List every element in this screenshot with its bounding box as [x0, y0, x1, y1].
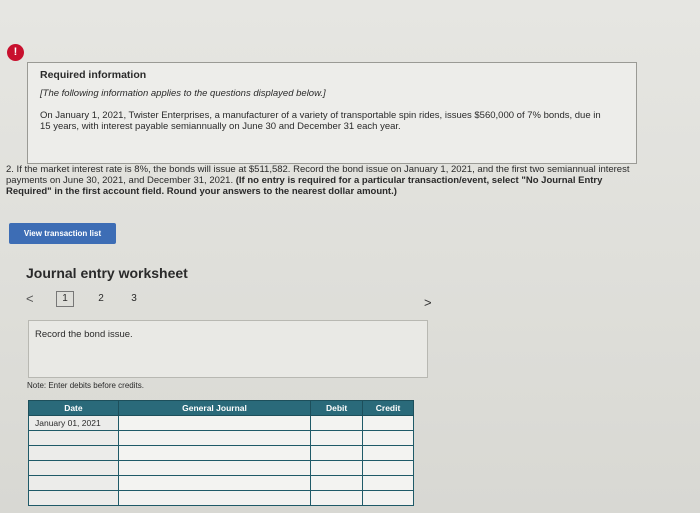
debit-field[interactable]	[310, 475, 364, 491]
account-field[interactable]	[117, 460, 312, 476]
date-cell[interactable]	[28, 445, 119, 461]
alert-icon: !	[7, 44, 24, 61]
account-field[interactable]	[117, 490, 312, 506]
chevron-left-icon[interactable]: <	[26, 291, 34, 306]
debit-field[interactable]	[310, 490, 364, 506]
debit-field[interactable]	[310, 445, 364, 461]
credit-field[interactable]	[362, 445, 414, 461]
page-tab-3[interactable]: 3	[125, 293, 143, 304]
account-field[interactable]	[117, 415, 312, 431]
table-row	[28, 430, 414, 446]
info-title: Required information	[40, 69, 147, 81]
table-row	[28, 475, 414, 491]
account-field[interactable]	[117, 475, 312, 491]
info-subtitle: [The following information applies to th…	[40, 88, 326, 99]
credit-field[interactable]	[362, 475, 414, 491]
date-cell[interactable]	[28, 460, 119, 476]
table-row	[28, 460, 414, 476]
note-text: Note: Enter debits before credits.	[27, 381, 144, 390]
view-transaction-list-button[interactable]: View transaction list	[9, 223, 116, 244]
page-tab-2[interactable]: 2	[92, 293, 110, 304]
credit-field[interactable]	[362, 415, 414, 431]
date-cell[interactable]: January 01, 2021	[28, 415, 119, 431]
table-row	[28, 490, 414, 506]
journal-table: Date General Journal Debit Credit Januar…	[28, 400, 414, 506]
debit-field[interactable]	[310, 415, 364, 431]
header-credit: Credit	[362, 400, 414, 416]
record-instruction-text: Record the bond issue.	[35, 329, 133, 340]
page-tab-1[interactable]: 1	[56, 291, 74, 307]
table-row: January 01, 2021	[28, 415, 414, 431]
chevron-right-icon[interactable]: >	[424, 295, 432, 310]
credit-field[interactable]	[362, 460, 414, 476]
credit-field[interactable]	[362, 490, 414, 506]
debit-field[interactable]	[310, 430, 364, 446]
worksheet-title: Journal entry worksheet	[26, 265, 188, 281]
credit-field[interactable]	[362, 430, 414, 446]
account-field[interactable]	[117, 430, 312, 446]
question-text: 2. If the market interest rate is 8%, th…	[6, 164, 634, 197]
required-information-panel: Required information [The following info…	[27, 62, 637, 164]
account-field[interactable]	[117, 445, 312, 461]
info-body: On January 1, 2021, Twister Enterprises,…	[40, 110, 601, 132]
debit-field[interactable]	[310, 460, 364, 476]
date-cell[interactable]	[28, 430, 119, 446]
table-row	[28, 445, 414, 461]
worksheet-pager: < 1 2 3	[26, 291, 446, 311]
date-cell[interactable]	[28, 475, 119, 491]
header-debit: Debit	[310, 400, 364, 416]
header-general-journal: General Journal	[117, 400, 312, 416]
page: ! Required information [The following in…	[0, 0, 700, 513]
header-date: Date	[28, 400, 119, 416]
date-cell[interactable]	[28, 490, 119, 506]
record-instruction-box: Record the bond issue.	[28, 320, 428, 378]
